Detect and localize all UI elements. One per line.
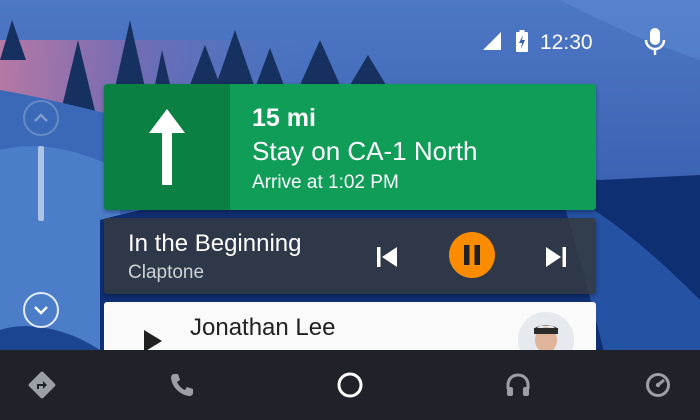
cell-signal-icon <box>483 32 501 50</box>
directions-icon <box>28 371 56 399</box>
home-facet[interactable] <box>332 367 368 403</box>
previous-button[interactable] <box>372 242 402 272</box>
battery-charging-icon <box>516 30 528 52</box>
chevron-up-icon <box>34 113 48 122</box>
facet-bar <box>0 350 700 420</box>
turn-direction <box>104 84 230 210</box>
skip-next-icon <box>546 247 566 267</box>
nav-arrival: Arrive at 1:02 PM <box>252 172 399 193</box>
skip-previous-icon <box>377 247 397 267</box>
scroll-down-button[interactable] <box>23 292 59 328</box>
mic-icon[interactable] <box>644 28 666 56</box>
scroll-thumb[interactable] <box>38 146 44 221</box>
speedometer-icon <box>646 373 670 397</box>
nav-distance: 15 mi <box>252 104 316 132</box>
song-artist: Claptone <box>128 262 205 283</box>
song-title: In the Beginning <box>128 230 302 257</box>
scroll-up-button[interactable] <box>23 100 59 136</box>
pause-icon <box>464 245 480 265</box>
navigation-card[interactable]: 15 mi Stay on CA-1 North Arrive at 1:02 … <box>104 84 596 210</box>
nav-instruction: Stay on CA-1 North <box>252 136 478 166</box>
exit-facet[interactable] <box>640 367 676 403</box>
home-circle-icon <box>337 372 363 398</box>
phone-facet[interactable] <box>164 367 200 403</box>
navigation-facet[interactable] <box>24 367 60 403</box>
status-clock: 12:30 <box>540 31 593 54</box>
pause-button[interactable] <box>449 232 495 278</box>
headphones-icon <box>506 373 530 396</box>
chevron-down-icon <box>34 306 48 315</box>
next-button[interactable] <box>541 242 571 272</box>
audio-facet[interactable] <box>500 367 536 403</box>
contact-name: Jonathan Lee <box>190 314 336 341</box>
phone-icon <box>171 374 193 396</box>
play-icon <box>144 330 162 352</box>
media-card[interactable]: In the Beginning Claptone <box>104 218 596 294</box>
straight-arrow-icon <box>149 109 185 185</box>
